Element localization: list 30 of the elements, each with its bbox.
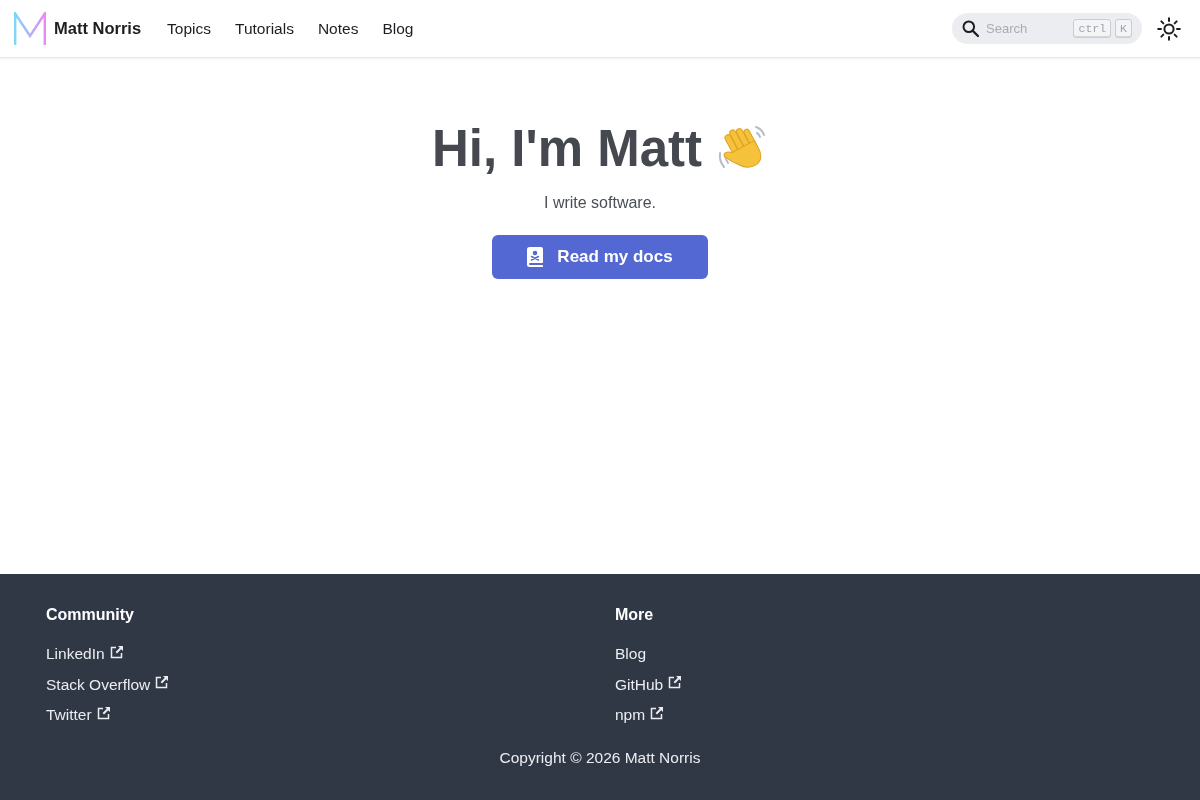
nav-link[interactable]: Notes [305,12,371,45]
nav-link[interactable]: Tutorials [223,12,306,45]
footer-link[interactable]: Stack Overflow [46,673,169,696]
nav-link[interactable]: Topics [155,12,224,45]
sun-icon [1157,16,1181,41]
hero-heading: Hi, I'm Matt [432,119,702,179]
footer-link[interactable]: Twitter [46,704,110,726]
footer-heading: Community [46,606,134,623]
external-link-icon [96,706,110,720]
keyboard-key: K [1115,19,1132,38]
footer-heading: More [615,606,654,623]
nav-link[interactable]: Blog [370,12,426,45]
theme-toggle-button[interactable] [1157,16,1181,41]
copyright-text: Copyright © 2026 Matt Norris [499,747,701,768]
read-docs-button[interactable]: Read my docs [492,235,708,280]
footer-link[interactable]: Blog [615,643,647,665]
brand-link[interactable]: Matt Norris [14,11,142,46]
footer-link[interactable]: LinkedIn [46,643,123,665]
external-link-icon [650,706,664,720]
hero-subtitle: I write software. [543,193,657,214]
footer-link[interactable]: GitHub [615,673,682,696]
external-link-icon [668,676,682,689]
search-field[interactable]: Search [986,18,1056,39]
book-icon [527,247,544,268]
external-link-icon [155,676,169,689]
keyboard-key: ctrl [1073,19,1112,38]
footer-link[interactable]: npm [615,704,664,726]
external-link-icon [109,645,123,659]
search-icon [962,20,979,37]
logo-icon [14,11,46,46]
